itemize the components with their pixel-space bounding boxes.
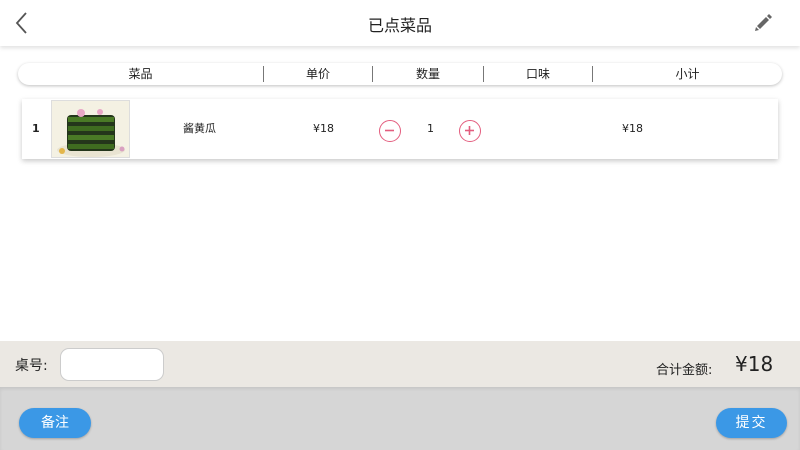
note-button[interactable]: 备注	[19, 408, 91, 438]
dish-name: 酱黄瓜	[183, 122, 216, 135]
minus-icon	[385, 129, 394, 132]
dish-image	[51, 100, 130, 158]
plus-icon	[465, 126, 474, 135]
total-label: 合计金额:	[656, 363, 713, 378]
column-header-dish: 菜品	[128, 67, 153, 81]
unit-price: ¥18	[313, 122, 334, 135]
table-row[interactable]: 1 酱黄瓜 ¥18 1 ¥18	[22, 99, 778, 159]
column-header-subtotal: 小计	[675, 67, 700, 81]
table-number-input[interactable]	[60, 348, 164, 381]
top-bar: 已点菜品	[0, 0, 800, 46]
order-summary-bar: 桌号: 合计金额: ¥18	[0, 341, 800, 387]
edit-button[interactable]	[752, 12, 774, 34]
column-header-quantity: 数量	[415, 67, 440, 81]
table-number-label: 桌号:	[15, 358, 48, 374]
increase-quantity-button[interactable]	[459, 120, 481, 142]
action-bar: 备注 提交	[0, 387, 800, 450]
row-index: 1	[32, 122, 40, 135]
subtotal-value: ¥18	[622, 122, 643, 135]
column-header-price: 单价	[305, 67, 330, 81]
submit-button[interactable]: 提交	[716, 408, 787, 438]
table-header: 菜品 单价 数量 口味 小计	[18, 63, 782, 85]
total-amount: ¥18	[735, 352, 774, 376]
column-header-taste: 口味	[525, 67, 550, 81]
quantity-value: 1	[427, 122, 434, 135]
pencil-icon	[755, 14, 772, 31]
decrease-quantity-button[interactable]	[379, 120, 401, 142]
page-title: 已点菜品	[367, 16, 432, 35]
